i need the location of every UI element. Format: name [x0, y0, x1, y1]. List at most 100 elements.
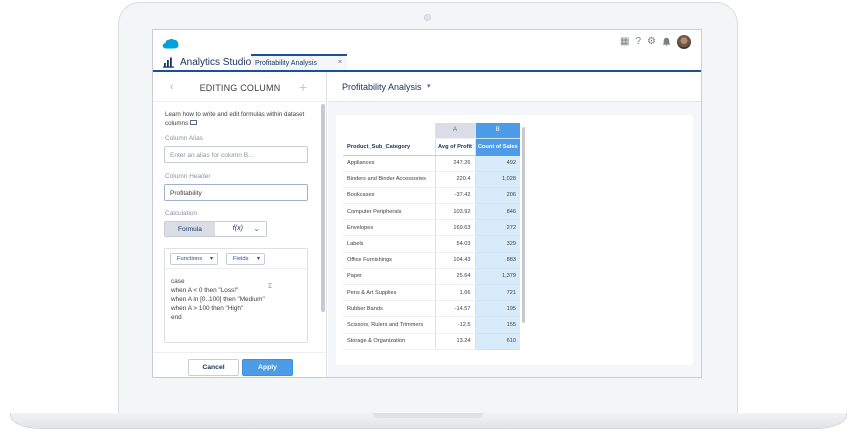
main-header: Profitability Analysis ▾	[328, 72, 701, 102]
table-row[interactable]: Scissors, Rulers and Trimmers -12.5 155	[343, 316, 520, 334]
caret-down-icon: ▾	[256, 256, 260, 262]
table-cell: Rubber Bands	[343, 300, 436, 318]
formula-help-text: Learn how to write and edit formulas wit…	[165, 111, 315, 128]
table-cell: 492	[475, 155, 520, 172]
apply-button[interactable]: Apply	[242, 359, 293, 376]
table-cell: 329	[475, 235, 520, 253]
table-cell: 1,028	[475, 171, 520, 188]
fields-dropdown[interactable]: Fields ▾	[226, 253, 265, 265]
title-dropdown-icon[interactable]: ▾	[427, 82, 431, 90]
table-row[interactable]: Computer Peripherals 103.92 846	[343, 203, 520, 221]
table-cell: 1,379	[475, 268, 520, 286]
app-bar: Analytics Studio Profitability Analysis …	[153, 54, 701, 72]
add-icon[interactable]: +	[299, 79, 307, 95]
table-cell: 54.03	[435, 235, 476, 253]
formula-mode-button[interactable]: Formula	[165, 222, 215, 236]
table-cell: -12.5	[435, 316, 476, 334]
table-cell: Computer Peripherals	[343, 203, 436, 221]
column-header-input[interactable]: Profitability	[164, 184, 308, 201]
table-cell: Envelopes	[343, 219, 436, 237]
table-cell: 883	[475, 252, 520, 269]
column-header-label: Column Header	[165, 173, 211, 180]
bell-icon[interactable]	[662, 37, 671, 47]
salesforce-cloud-icon[interactable]	[162, 38, 179, 49]
column-header[interactable]: Count of Sales	[475, 138, 520, 156]
caret-down-icon: ▾	[209, 256, 213, 262]
column-letter-blank	[343, 123, 436, 139]
table-row[interactable]: Bookcases -37.42 206	[343, 187, 520, 205]
column-header[interactable]: Product_Sub_Category	[343, 138, 436, 156]
column-letter-a[interactable]: A	[435, 123, 476, 139]
code-line: when A in [0..100] then "Medium"	[171, 296, 265, 303]
panel-scrollbar[interactable]	[321, 104, 325, 312]
global-header: ▦ ? ⚙	[153, 30, 701, 54]
formula-code[interactable]: case when A < 0 then "Loss!" when A in […	[171, 277, 265, 322]
column-alias-label: Column Alias	[165, 135, 203, 142]
editor-toolbar: Functions ▾ Fields ▾	[165, 249, 307, 269]
table-cell: 247.26	[435, 155, 476, 172]
table-cell: Appliances	[343, 155, 436, 172]
table-cell: Scissors, Rulers and Trimmers	[343, 316, 436, 334]
code-line: when A < 0 then "Loss!"	[171, 287, 239, 294]
panel-header: ‹ EDITING COLUMN +	[153, 72, 327, 102]
table-cell: 206	[475, 187, 520, 205]
column-header-value: Profitability	[170, 190, 202, 197]
code-line: case	[171, 278, 185, 285]
table-row[interactable]: Appliances 247.26 492	[343, 155, 520, 172]
table-row[interactable]: Envelopes 169.63 272	[343, 219, 520, 237]
table-cell: 103.92	[435, 203, 476, 221]
function-mode-button[interactable]: f(x) ⌄	[215, 222, 266, 236]
table-row[interactable]: Paper 25.64 1,379	[343, 268, 520, 286]
table-cell: -37.42	[435, 187, 476, 205]
formula-editor[interactable]: Functions ▾ Fields ▾ case when A < 0 the…	[164, 248, 308, 343]
table-scrollbar[interactable]	[522, 127, 525, 323]
calculation-mode-toggle: Formula f(x) ⌄	[164, 221, 267, 237]
app-name: Analytics Studio	[180, 57, 252, 68]
code-line: end	[171, 314, 182, 321]
analytics-bar-chart-icon	[163, 57, 174, 68]
external-link-icon[interactable]	[189, 120, 197, 126]
table-cell: Pens & Art Supplies	[343, 284, 436, 302]
table-cell: 846	[475, 203, 520, 221]
column-alias-input[interactable]: Enter an alias for column B...	[164, 146, 308, 163]
table-cell: 272	[475, 219, 520, 237]
table-cell: Office Furnishings	[343, 252, 436, 269]
page-title: Profitability Analysis	[342, 82, 422, 92]
help-icon[interactable]: ?	[635, 35, 641, 49]
apps-grid-icon[interactable]: ▦	[620, 35, 629, 49]
table-row[interactable]: Labels 54.03 329	[343, 235, 520, 253]
table-cell: Binders and Binder Accessories	[343, 171, 436, 188]
table-row[interactable]: Rubber Bands -14.57 195	[343, 300, 520, 318]
column-header[interactable]: Avg of Profit	[435, 138, 476, 156]
table-cell: Labels	[343, 235, 436, 253]
table-cell: 721	[475, 284, 520, 302]
fields-label: Fields	[233, 256, 249, 262]
cancel-button[interactable]: Cancel	[188, 359, 239, 376]
main-area: Profitability Analysis ▾ A B Product_Sub_C…	[328, 72, 701, 377]
table-cell: 155	[475, 316, 520, 334]
table-cell: Storage & Organization	[343, 333, 436, 350]
table-cell: Paper	[343, 268, 436, 286]
panel-footer: Cancel Apply	[153, 352, 327, 377]
gear-icon[interactable]: ⚙	[647, 35, 656, 49]
table-row[interactable]: Office Furnishings 104.43 883	[343, 252, 520, 269]
data-table: A B Product_Sub_Category Avg of Profit Count…	[343, 123, 520, 350]
header-icons: ▦ ? ⚙	[620, 35, 691, 49]
chevron-down-icon: ⌄	[253, 224, 260, 233]
functions-label: Functions	[177, 256, 203, 262]
table-cell: 13.24	[435, 333, 476, 350]
functions-dropdown[interactable]: Functions ▾	[170, 253, 218, 265]
user-avatar[interactable]	[677, 35, 691, 49]
table-row[interactable]: Pens & Art Supplies 1.66 721	[343, 284, 520, 302]
table-row[interactable]: Binders and Binder Accessories 220.4 1,028	[343, 171, 520, 188]
laptop-camera	[424, 14, 431, 21]
column-letter-b[interactable]: B	[475, 123, 520, 139]
tab-profitability-analysis[interactable]: Profitability Analysis ×	[251, 54, 347, 70]
tab-close-icon[interactable]: ×	[338, 59, 342, 66]
table-cell: 25.64	[435, 268, 476, 286]
table-row[interactable]: Storage & Organization 13.24 610	[343, 333, 520, 350]
table-cell: 220.4	[435, 171, 476, 188]
table-cell: 104.43	[435, 252, 476, 269]
table-cell: -14.57	[435, 300, 476, 318]
editing-column-panel: ‹ EDITING COLUMN + Learn how to write an…	[153, 72, 327, 377]
